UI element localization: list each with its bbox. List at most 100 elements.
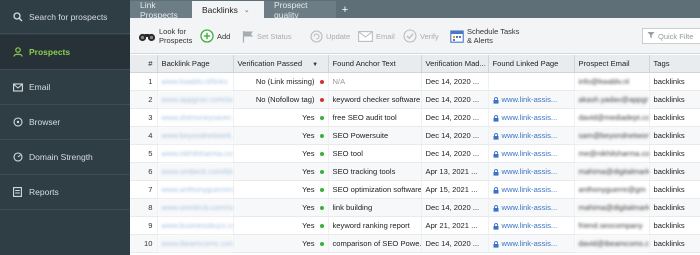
- linked-page-link[interactable]: www.link-assis...: [502, 131, 558, 140]
- search-prospects-label: Search for prospects: [29, 11, 108, 22]
- prospect-email-cell: me@nikhilsharma.com: [574, 144, 650, 163]
- tags-cell: backlinks: [649, 234, 700, 253]
- table-row[interactable]: 2 www.appgroo.com/seo No (Nofollow tag) key…: [130, 90, 700, 109]
- set-status-button[interactable]: Set Status: [242, 18, 292, 54]
- backlink-page-cell: www.nikhilsharma.com: [157, 144, 234, 163]
- linked-page-cell: www.link-assis...: [488, 216, 575, 235]
- row-number-cell: 1: [130, 72, 158, 91]
- tab-backlinks[interactable]: Backlinks ⌄: [192, 1, 264, 18]
- table-row[interactable]: 10www.ibeamcoms.com/seo Yes comparison of …: [130, 234, 700, 253]
- verification-passed-cell: Yes: [233, 180, 329, 199]
- quick-filter-placeholder: Quick Filte: [658, 31, 694, 41]
- linked-page-cell: www.link-assis...: [488, 90, 575, 109]
- look-for-prospects-button[interactable]: Look for Prospects: [138, 18, 192, 54]
- sidebar-item-domain-strength[interactable]: Domain Strength: [0, 140, 130, 174]
- column-header-anchor-text[interactable]: Found Anchor Text: [328, 55, 422, 73]
- row-number-cell: 7: [130, 180, 158, 199]
- verification-value: Yes: [302, 238, 315, 248]
- linked-page-link[interactable]: www.link-assis...: [502, 149, 558, 158]
- linked-page-link[interactable]: www.link-assis...: [502, 167, 558, 176]
- linked-page-link[interactable]: www.link-assis...: [502, 185, 558, 194]
- anchor-text-cell: SEO Powersuite: [328, 126, 422, 145]
- verification-date-cell: Dec 14, 2020 ...: [421, 90, 489, 109]
- tab-prospect-quality[interactable]: Prospect quality: [264, 0, 336, 20]
- calendar-icon: [450, 29, 464, 43]
- sidebar-item-browser[interactable]: Browser: [0, 105, 130, 139]
- sidebar-item-prospects[interactable]: Prospects: [0, 35, 130, 69]
- add-circle-icon: [200, 29, 214, 43]
- table-row[interactable]: 1 www.kwablv.nl/links No (Link missing) N/A…: [130, 72, 700, 91]
- sort-descending-icon: ▼: [312, 61, 319, 68]
- verification-date-cell: Dec 14, 2020 ...: [421, 72, 489, 91]
- column-header-verification-passed[interactable]: Verification Passed ▼: [233, 55, 329, 73]
- lock-icon: [493, 204, 499, 212]
- anchor-text-cell: comparison of SEO Powe...: [328, 234, 422, 253]
- column-header-verification-made[interactable]: Verification Mad...: [421, 55, 489, 73]
- row-number-cell: 2: [130, 90, 158, 109]
- add-label: Add: [217, 31, 231, 41]
- backlink-page-cell: www.appgroo.com/seo: [157, 90, 234, 109]
- tab-label: Prospect quality: [274, 0, 308, 20]
- column-header-linked-page[interactable]: Found Linked Page: [488, 55, 575, 73]
- tags-cell: backlinks: [649, 198, 700, 217]
- verify-button[interactable]: Verify: [403, 18, 439, 54]
- backlink-page-cell: www.businessbuzz.com: [157, 216, 234, 235]
- add-tab-icon[interactable]: +: [337, 1, 353, 18]
- linked-page-cell: www.link-assis...: [488, 108, 575, 127]
- sidebar-item-label: Email: [29, 82, 51, 92]
- table-row[interactable]: 9www.businessbuzz.com Yes keyword ranking …: [130, 216, 700, 235]
- linked-page-link[interactable]: www.link-assis...: [502, 221, 558, 230]
- update-button[interactable]: Update: [310, 18, 350, 54]
- update-label: Update: [326, 31, 351, 41]
- sidebar-item-reports[interactable]: Reports: [0, 175, 130, 209]
- tags-cell: backlinks: [649, 162, 700, 181]
- gauge-icon: [12, 152, 23, 163]
- column-header-tags[interactable]: Tags: [649, 55, 700, 73]
- table-row[interactable]: 7www.anthonyguerrero.com Yes SEO optimizat…: [130, 180, 700, 199]
- chevron-down-icon[interactable]: ⌄: [244, 6, 250, 14]
- table-row[interactable]: 6 www.umbeck.com/blog Yes SEO tracking tool…: [130, 162, 700, 181]
- table-row[interactable]: 4www.beyondnetwork.com Yes SEO PowersuiteD…: [130, 126, 700, 145]
- linked-page-link[interactable]: www.link-assis...: [502, 203, 558, 212]
- user-icon: [12, 47, 23, 58]
- filter-icon: [647, 31, 655, 41]
- linked-page-cell: www.link-assis...: [488, 180, 575, 199]
- linked-page-link[interactable]: www.link-assis...: [502, 95, 558, 104]
- report-icon: [12, 187, 23, 198]
- sidebar-item-label: Prospects: [29, 47, 71, 57]
- column-header-prospect-email[interactable]: Prospect Email: [574, 55, 650, 73]
- email-button[interactable]: Email: [358, 18, 395, 54]
- prospect-email-cell: mahima@digitalmark: [574, 198, 650, 217]
- column-header-number[interactable]: #: [130, 55, 158, 73]
- search-prospects-item[interactable]: Search for prospects: [0, 0, 130, 34]
- sidebar-item-label: Domain Strength: [29, 152, 93, 162]
- table-row[interactable]: 8 www.omnitrcb.com/seo Yes link building Dec…: [130, 198, 700, 217]
- sidebar-item-email[interactable]: Email: [0, 70, 130, 104]
- green-status-dot-icon: [319, 151, 324, 156]
- verification-date-cell: Apr 13, 2021 ...: [421, 162, 489, 181]
- prospect-email-cell: sam@beyondnetwork: [574, 126, 650, 145]
- table-row[interactable]: 5 www.nikhilsharma.com Yes SEO tool Dec 14, …: [130, 144, 700, 163]
- table-row[interactable]: 3www.dstmoneysaver.com Yes free SEO audit …: [130, 108, 700, 127]
- linked-page-link[interactable]: www.link-assis...: [502, 113, 558, 122]
- quick-filter-input[interactable]: Quick Filte: [642, 28, 700, 44]
- linked-page-cell: www.link-assis...: [488, 144, 575, 163]
- schedule-tasks-button[interactable]: Schedule Tasks & Alerts: [450, 18, 519, 54]
- green-status-dot-icon: [319, 115, 324, 120]
- verification-date-cell: Dec 14, 2020 ...: [421, 126, 489, 145]
- envelope-icon: [12, 82, 23, 93]
- add-button[interactable]: Add: [200, 18, 230, 54]
- row-number-cell: 3: [130, 108, 158, 127]
- linked-page-cell: [488, 72, 575, 91]
- tab-link-prospects[interactable]: Link Prospects: [130, 0, 192, 20]
- backlink-page-cell: www.dstmoneysaver.com: [157, 108, 234, 127]
- lock-icon: [493, 132, 499, 140]
- lock-icon: [493, 186, 499, 194]
- red-status-dot-icon: [319, 97, 324, 102]
- tags-cell: backlinks: [649, 108, 700, 127]
- verification-passed-cell: No (Link missing): [233, 72, 329, 91]
- row-number-cell: 4: [130, 126, 158, 145]
- column-header-backlink-page[interactable]: Backlink Page: [157, 55, 234, 73]
- tags-cell: backlinks: [649, 72, 700, 91]
- linked-page-link[interactable]: www.link-assis...: [502, 239, 558, 248]
